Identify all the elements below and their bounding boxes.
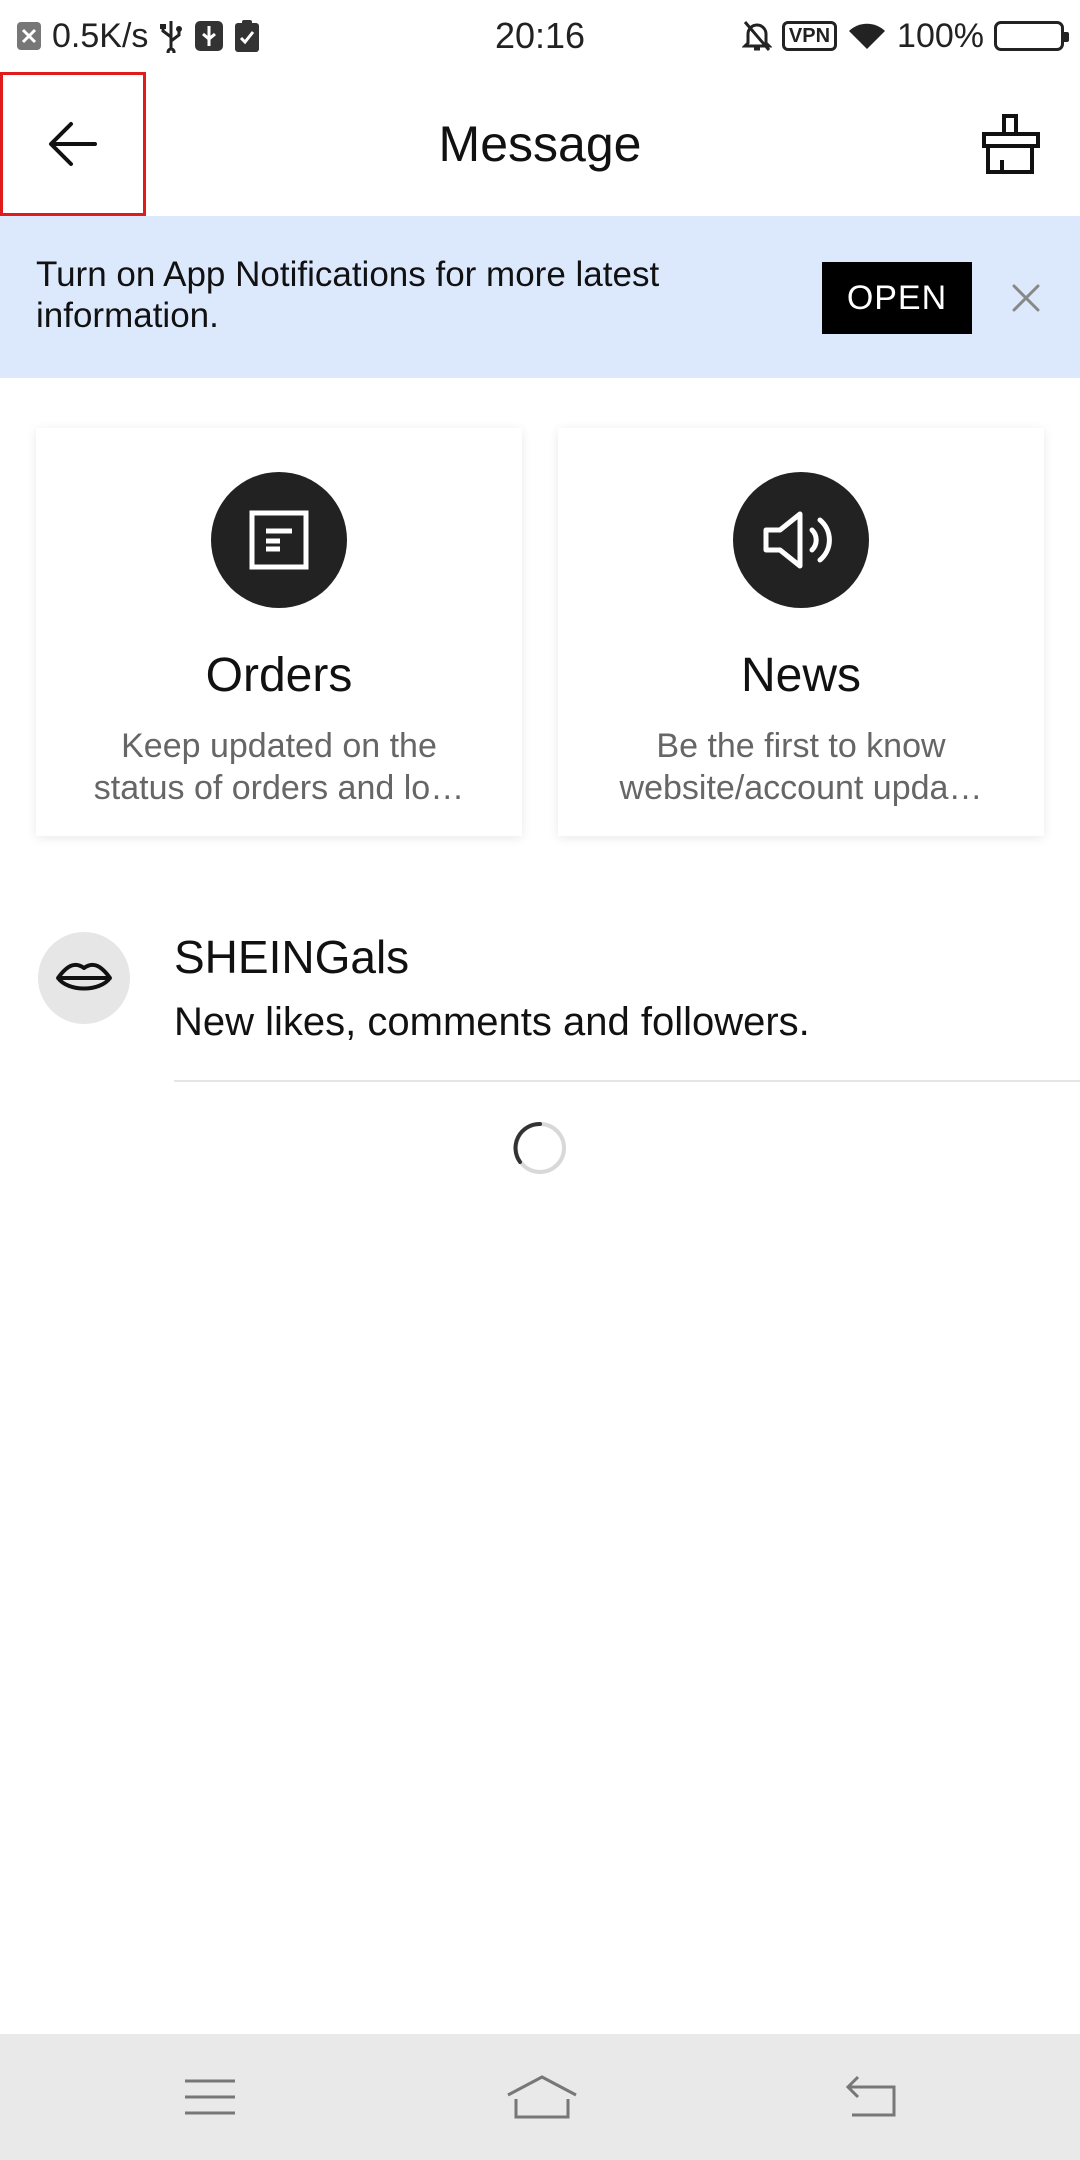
wifi-icon: [847, 21, 887, 51]
clear-messages-button[interactable]: [978, 112, 1044, 178]
banner-text: Turn on App Notifications for more lates…: [36, 255, 660, 335]
loading-spinner-icon: [513, 1121, 566, 1174]
battery-icon: [994, 21, 1069, 51]
sheingals-title: SHEINGals: [174, 931, 410, 983]
news-card[interactable]: News Be the first to know website/accoun…: [558, 428, 1044, 836]
home-icon[interactable]: [506, 2070, 578, 2124]
system-nav-bar: [0, 2034, 1080, 2160]
vpn-badge: VPN: [781, 21, 838, 51]
back-icon[interactable]: [842, 2070, 902, 2124]
usb-icon: [158, 19, 184, 53]
net-speed: 0.5K/s: [52, 16, 149, 55]
orders-desc-line2: status of orders and lo…: [93, 769, 465, 807]
mute-bell-icon: [741, 19, 772, 53]
orders-card[interactable]: Orders Keep updated on the status of ord…: [36, 428, 522, 836]
battery-percent: 100%: [897, 16, 984, 55]
notification-x-icon: [16, 21, 42, 51]
notification-banner: Turn on App Notifications for more lates…: [0, 216, 1080, 378]
document-icon: [211, 472, 347, 608]
news-desc-line1: Be the first to know: [656, 727, 946, 765]
menu-icon[interactable]: [180, 2070, 240, 2124]
arrow-left-icon: [49, 122, 97, 166]
sheingals-subtitle: New likes, comments and followers.: [174, 1000, 810, 1044]
orders-description: Keep updated on the status of orders and…: [64, 725, 494, 809]
news-description: Be the first to know website/account upd…: [586, 725, 1016, 809]
page-title: Message: [438, 116, 642, 172]
close-icon[interactable]: [1006, 278, 1046, 318]
open-notifications-button[interactable]: OPEN: [822, 262, 972, 334]
usb-debug-icon: [194, 20, 224, 52]
back-button[interactable]: [0, 72, 146, 216]
speaker-icon: [733, 472, 869, 608]
orders-title: Orders: [205, 649, 353, 702]
lips-icon: [38, 932, 130, 1024]
news-title: News: [740, 649, 862, 702]
app-header: Message: [0, 72, 1080, 216]
status-left: 0.5K/s: [16, 17, 260, 56]
clipboard-icon: [234, 19, 260, 53]
brush-icon: [982, 114, 1040, 174]
status-bar: 0.5K/s 20:16 VPN 100%: [0, 0, 1080, 72]
divider: [174, 1080, 1080, 1082]
sheingals-item[interactable]: SHEINGals New likes, comments and follow…: [0, 910, 1080, 1082]
orders-desc-line1: Keep updated on the: [121, 727, 437, 765]
news-desc-line2: website/account upda…: [619, 769, 983, 807]
status-right: VPN 100%: [741, 16, 1069, 56]
